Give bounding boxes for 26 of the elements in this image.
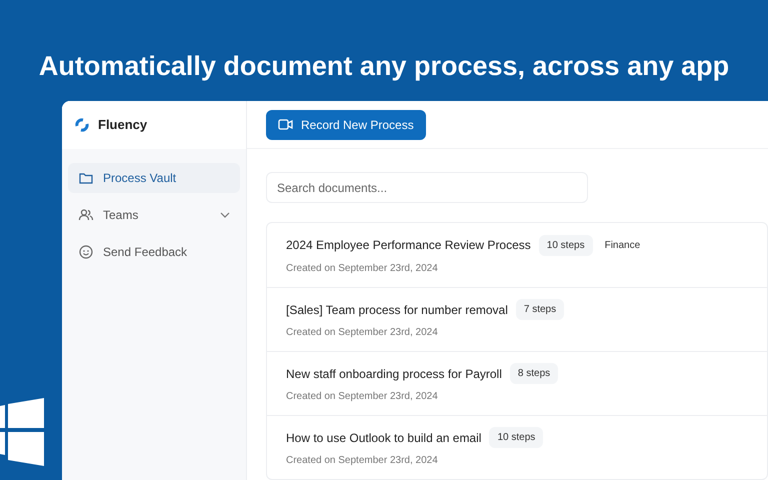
sidebar-item[interactable]: Send Feedback — [68, 237, 240, 267]
smiley-icon — [78, 244, 94, 260]
windows-logo-icon — [0, 398, 44, 466]
steps-badge: 7 steps — [516, 299, 564, 320]
steps-badge: 10 steps — [489, 427, 544, 448]
created-date: Created on September 23rd, 2024 — [286, 454, 439, 468]
record-button[interactable]: Record New Process — [266, 110, 426, 140]
people-icon — [78, 207, 94, 223]
created-date: Created on September 23rd, 2024 — [286, 262, 439, 276]
created-date: Created on September 23rd, 2024 — [286, 390, 439, 404]
sidebar-item[interactable]: Teams — [68, 200, 240, 230]
document-title[interactable]: New staff onboarding process for Payroll — [286, 364, 502, 382]
search-field[interactable]: Search documents... — [266, 172, 588, 203]
document-title[interactable]: How to use Outlook to build an email — [286, 428, 482, 446]
document-title[interactable]: [Sales] Team process for number removal — [286, 300, 508, 318]
chevron-down-icon — [220, 212, 230, 218]
document-title[interactable]: 2024 Employee Performance Review Process — [286, 236, 531, 254]
sidebar-item[interactable]: Process Vault — [68, 163, 240, 193]
app-name: Fluency — [98, 116, 148, 134]
video-camera-icon — [278, 119, 293, 130]
steps-badge: 8 steps — [510, 363, 558, 384]
steps-badge: 10 steps — [538, 234, 593, 256]
category-tag: Finance — [600, 238, 644, 252]
logo-icon — [74, 117, 90, 133]
created-date: Created on September 23rd, 2024 — [286, 326, 439, 340]
headline: Automatically document any process, across any app — [38, 50, 730, 83]
